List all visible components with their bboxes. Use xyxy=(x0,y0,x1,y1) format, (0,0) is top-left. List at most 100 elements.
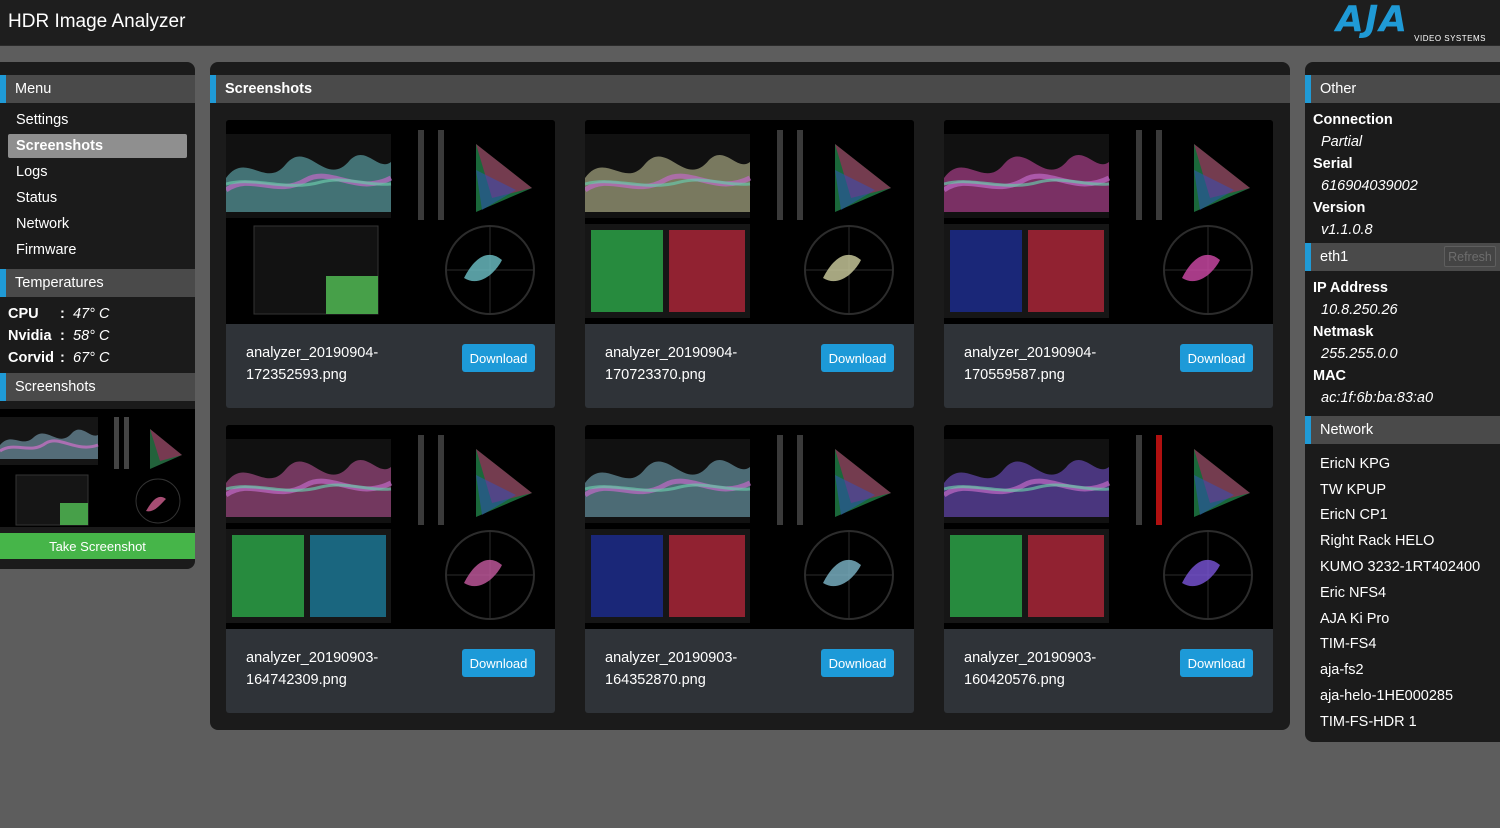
ip-address-value: 10.8.250.26 xyxy=(1321,302,1398,318)
temp-colon: : xyxy=(60,328,65,344)
network-device-list: EricN KPG TW KPUP EricN CP1 Right Rack H… xyxy=(1305,444,1500,735)
download-button[interactable]: Download xyxy=(1180,344,1253,372)
left-sidebar: Menu Settings Screenshots Logs Status Ne… xyxy=(0,62,195,569)
temp-name: Corvid xyxy=(8,350,54,366)
screenshot-thumbnail[interactable] xyxy=(226,120,555,324)
mac-value: ac:1f:6b:ba:83:a0 xyxy=(1321,390,1434,406)
network-item[interactable]: AJA Ki Pro xyxy=(1313,606,1492,632)
analyzer-screenshot-image xyxy=(944,120,1273,324)
netmask-label: Netmask xyxy=(1313,324,1374,340)
preview-image xyxy=(0,409,195,527)
temp-value: 58° C xyxy=(73,328,110,344)
right-sidebar: Other Connection Partial Serial 61690403… xyxy=(1305,62,1500,742)
connection-value: Partial xyxy=(1321,134,1363,150)
network-item[interactable]: Right Rack HELO xyxy=(1313,528,1492,554)
connection-label: Connection xyxy=(1313,112,1393,128)
menu-item-settings[interactable]: Settings xyxy=(8,108,187,132)
screenshot-card: analyzer_20190903- 164352870.png Downloa… xyxy=(585,425,914,713)
screenshot-filename: analyzer_20190904- 170723370.png xyxy=(605,342,805,386)
screenshots-panel: Screenshots analyzer_20190904- 172352593… xyxy=(210,62,1290,730)
network-item[interactable]: TW KPUP xyxy=(1313,477,1492,503)
eth1-header: eth1 Refresh xyxy=(1305,243,1500,271)
temp-value: 47° C xyxy=(73,306,110,322)
screenshot-filename: analyzer_20190903- 164742309.png xyxy=(246,647,446,691)
temp-colon: : xyxy=(60,306,65,322)
eth1-label: eth1 xyxy=(1320,249,1349,265)
logo-subtitle: VIDEO SYSTEMS xyxy=(1414,34,1486,43)
network-item[interactable]: KUMO 3232-1RT402400 xyxy=(1313,554,1492,580)
device-info: Connection Partial Serial 616904039002 V… xyxy=(1305,103,1500,243)
screenshot-card: analyzer_20190903- 160420576.png Downloa… xyxy=(944,425,1273,713)
download-button[interactable]: Download xyxy=(1180,649,1253,677)
eth1-info: IP Address 10.8.250.26 Netmask 255.255.0… xyxy=(1305,271,1500,411)
serial-label: Serial xyxy=(1313,156,1353,172)
analyzer-screenshot-image xyxy=(944,425,1273,629)
network-item[interactable]: Eric NFS4 xyxy=(1313,580,1492,606)
temp-row-cpu: CPU : 47° C xyxy=(8,303,187,325)
screenshot-card: analyzer_20190903- 164742309.png Downloa… xyxy=(226,425,555,713)
top-bar: HDR Image Analyzer AJA VIDEO SYSTEMS xyxy=(0,0,1500,46)
filename-line-1: analyzer_20190903- xyxy=(964,650,1097,666)
version-label: Version xyxy=(1313,200,1366,216)
version-value: v1.1.0.8 xyxy=(1321,222,1373,238)
take-screenshot-button[interactable]: Take Screenshot xyxy=(0,533,195,559)
temperatures-list: CPU : 47° C Nvidia : 58° C Corvid : 67° … xyxy=(0,297,195,373)
filename-line-1: analyzer_20190903- xyxy=(246,650,379,666)
network-item[interactable]: TIM-FS-HDR 1 xyxy=(1313,709,1492,735)
filename-line-2: 164742309.png xyxy=(246,672,347,688)
screenshot-thumbnail[interactable] xyxy=(585,120,914,324)
filename-line-1: analyzer_20190904- xyxy=(246,345,379,361)
filename-line-2: 164352870.png xyxy=(605,672,706,688)
analyzer-screenshot-image xyxy=(585,425,914,629)
filename-line-2: 170723370.png xyxy=(605,367,706,383)
network-item[interactable]: aja-fs2 xyxy=(1313,657,1492,683)
menu-item-firmware[interactable]: Firmware xyxy=(8,238,187,262)
screenshots-panel-header: Screenshots xyxy=(210,75,1290,103)
screenshot-thumbnail[interactable] xyxy=(944,120,1273,324)
menu-list: Settings Screenshots Logs Status Network… xyxy=(0,103,195,269)
other-header: Other xyxy=(1305,75,1500,103)
screenshot-thumbnail[interactable] xyxy=(226,425,555,629)
temp-name: CPU xyxy=(8,306,39,322)
mac-label: MAC xyxy=(1313,368,1347,384)
ip-address-label: IP Address xyxy=(1313,280,1388,296)
download-button[interactable]: Download xyxy=(821,649,894,677)
network-header: Network xyxy=(1305,416,1500,444)
refresh-button[interactable]: Refresh xyxy=(1444,246,1496,267)
filename-line-1: analyzer_20190903- xyxy=(605,650,738,666)
filename-line-2: 160420576.png xyxy=(964,672,1065,688)
screenshot-card: analyzer_20190904- 170723370.png Downloa… xyxy=(585,120,914,408)
network-item[interactable]: aja-helo-1HE000285 xyxy=(1313,683,1492,709)
network-item[interactable]: TIM-FS4 xyxy=(1313,632,1492,658)
analyzer-screenshot-image xyxy=(226,120,555,324)
menu-header: Menu xyxy=(0,75,195,103)
screenshot-filename: analyzer_20190904- 170559587.png xyxy=(964,342,1164,386)
download-button[interactable]: Download xyxy=(821,344,894,372)
filename-line-2: 170559587.png xyxy=(964,367,1065,383)
download-button[interactable]: Download xyxy=(462,649,535,677)
network-item[interactable]: EricN CP1 xyxy=(1313,503,1492,529)
temp-colon: : xyxy=(60,350,65,366)
temp-row-corvid: Corvid : 67° C xyxy=(8,347,187,369)
temp-value: 67° C xyxy=(73,350,110,366)
filename-line-1: analyzer_20190904- xyxy=(605,345,738,361)
screenshot-thumbnail[interactable] xyxy=(944,425,1273,629)
aja-logo: AJA VIDEO SYSTEMS xyxy=(1336,0,1486,43)
latest-screenshot-preview xyxy=(0,409,195,527)
screenshot-filename: analyzer_20190903- 160420576.png xyxy=(964,647,1164,691)
network-item[interactable]: EricN KPG xyxy=(1313,451,1492,477)
screenshot-thumbnail[interactable] xyxy=(585,425,914,629)
download-button[interactable]: Download xyxy=(462,344,535,372)
menu-item-screenshots[interactable]: Screenshots xyxy=(8,134,187,158)
menu-item-network[interactable]: Network xyxy=(8,212,187,236)
netmask-value: 255.255.0.0 xyxy=(1321,346,1398,362)
temperatures-header: Temperatures xyxy=(0,269,195,297)
menu-item-logs[interactable]: Logs xyxy=(8,160,187,184)
app-title: HDR Image Analyzer xyxy=(8,11,186,32)
screenshot-card: analyzer_20190904- 170559587.png Downloa… xyxy=(944,120,1273,408)
menu-item-status[interactable]: Status xyxy=(8,186,187,210)
screenshot-filename: analyzer_20190903- 164352870.png xyxy=(605,647,805,691)
temp-row-nvidia: Nvidia : 58° C xyxy=(8,325,187,347)
screenshot-card: analyzer_20190904- 172352593.png Downloa… xyxy=(226,120,555,408)
logo-text: AJA xyxy=(1336,0,1409,40)
